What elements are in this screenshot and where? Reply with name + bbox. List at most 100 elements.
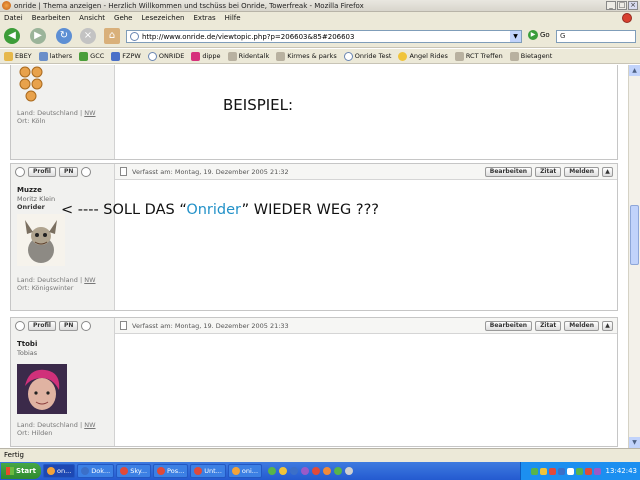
quicklaunch-icon[interactable] <box>290 467 299 475</box>
tray-icon[interactable] <box>593 467 601 475</box>
clock[interactable]: 13:42:43 <box>606 467 637 475</box>
online-status-icon <box>15 167 25 177</box>
bookmark-item[interactable]: lathers <box>38 51 72 61</box>
post-author-panel: Profil PN Muzze Moritz Klein Onrider Lan… <box>11 164 115 310</box>
post-username[interactable]: Muzze <box>17 186 42 194</box>
stop-button[interactable]: × <box>80 28 96 44</box>
avatar <box>17 364 67 414</box>
quicklaunch-icon[interactable] <box>312 467 321 475</box>
smiley-icon[interactable] <box>81 167 92 177</box>
firefox-icon <box>231 467 240 475</box>
post-icon <box>120 321 127 330</box>
bookmark-item[interactable]: Onride Test <box>343 51 391 61</box>
quicklaunch-icon[interactable] <box>334 467 343 475</box>
pm-button[interactable]: PN <box>58 167 79 177</box>
tray-icon[interactable] <box>575 467 583 475</box>
tray-icon[interactable] <box>530 467 538 475</box>
close-button[interactable]: × <box>628 1 638 10</box>
menu-bookmarks[interactable]: Lesezeichen <box>142 14 185 22</box>
report-button[interactable]: Melden <box>564 167 599 177</box>
minimize-button[interactable]: _ <box>606 1 616 10</box>
post-username[interactable]: Ttobi <box>17 340 37 348</box>
smiley-icon[interactable] <box>81 321 92 331</box>
forward-button[interactable]: ▶ <box>30 28 46 44</box>
reload-button[interactable]: ↻ <box>56 28 72 44</box>
bookmark-icon <box>509 51 519 61</box>
maximize-button[interactable]: □ <box>617 1 627 10</box>
post-actions: Bearbeiten Zitat Melden ▲ <box>484 321 613 331</box>
tray-icon[interactable] <box>548 467 556 475</box>
scroll-top-icon[interactable]: ▲ <box>602 167 613 177</box>
menu-view[interactable]: Ansicht <box>79 14 105 22</box>
window-controls: _ □ × <box>606 1 638 10</box>
quicklaunch-icon[interactable] <box>323 467 332 475</box>
bookmark-item[interactable]: dippe <box>191 51 221 61</box>
search-input[interactable]: G <box>556 30 636 43</box>
post-rank: Onrider <box>17 203 45 211</box>
taskbar-item[interactable]: Sky... <box>116 464 152 478</box>
quicklaunch-icon[interactable] <box>345 467 354 475</box>
menu-tools[interactable]: Extras <box>194 14 216 22</box>
bookmark-item[interactable]: Angel Rides <box>398 51 448 61</box>
profile-button[interactable]: Profil <box>28 167 56 177</box>
scroll-top-icon[interactable]: ▲ <box>602 321 613 331</box>
taskbar-item[interactable]: on... <box>43 464 76 478</box>
report-button[interactable]: Melden <box>564 321 599 331</box>
bookmark-item[interactable]: RCT Treffen <box>454 51 503 61</box>
url-text[interactable]: http://www.onride.de/viewtopic.php?p=206… <box>142 33 354 41</box>
url-bar[interactable]: http://www.onride.de/viewtopic.php?p=206… <box>126 30 522 43</box>
home-button[interactable]: ⌂ <box>104 28 120 44</box>
quote-button[interactable]: Zitat <box>535 321 562 331</box>
tray-icon[interactable] <box>539 467 547 475</box>
vertical-scrollbar[interactable]: ▲ ▼ <box>628 65 640 448</box>
scrollbar-thumb[interactable] <box>630 205 639 265</box>
bookmark-item[interactable]: ONRIDE <box>147 51 184 61</box>
go-button[interactable]: ▶ Go <box>528 30 550 40</box>
window-titlebar: onride | Thema anzeigen - Herzlich Willk… <box>0 0 640 12</box>
taskbar-item[interactable]: Dok... <box>77 464 115 478</box>
menu-go[interactable]: Gehe <box>114 14 132 22</box>
bookmark-item[interactable]: FZPW <box>111 51 141 61</box>
menu-file[interactable]: Datei <box>4 14 23 22</box>
author-location: Land: Deutschland | NW Ort: Königswinter <box>17 276 96 292</box>
bookmark-item[interactable]: Kirmes & parks <box>276 51 337 61</box>
profile-button[interactable]: Profil <box>28 321 56 331</box>
quicklaunch-icon[interactable] <box>268 467 277 475</box>
go-label: Go <box>540 31 550 39</box>
post-realname: Moritz Klein <box>17 195 56 203</box>
taskbar-item[interactable]: Pos... <box>153 464 189 478</box>
bookmark-item[interactable]: Ridentalk <box>227 51 269 61</box>
bookmark-icon <box>4 51 13 61</box>
forum-post: Profil PN Ttobi Tobias Land: Deutschland… <box>10 317 618 447</box>
menu-edit[interactable]: Bearbeiten <box>32 14 70 22</box>
bookmark-item[interactable]: EBEY <box>4 51 32 61</box>
author-buttons: Profil PN <box>15 167 92 177</box>
scroll-down-icon[interactable]: ▼ <box>629 437 640 448</box>
url-dropdown-icon[interactable]: ▼ <box>510 31 521 42</box>
bookmark-item[interactable]: GCC <box>79 51 104 61</box>
quicklaunch-icon[interactable] <box>279 467 288 475</box>
scroll-up-icon[interactable]: ▲ <box>629 65 640 76</box>
tray-icon[interactable] <box>566 467 574 475</box>
menu-help[interactable]: Hilfe <box>225 14 241 22</box>
forum-post: Land: Deutschland | NW Ort: Köln BEISPIE… <box>10 65 618 160</box>
menu-bar: Datei Bearbeiten Ansicht Gehe Lesezeiche… <box>0 12 640 24</box>
edit-button[interactable]: Bearbeiten <box>484 167 533 177</box>
bookmark-item[interactable]: Bietagent <box>509 51 552 61</box>
pm-button[interactable]: PN <box>58 321 79 331</box>
annotation-arrow: < ---- SOLL DAS “Onrider” WIEDER WEG ??? <box>61 202 379 218</box>
tray-icon[interactable] <box>584 467 592 475</box>
back-button[interactable]: ◀ <box>4 28 20 44</box>
author-location: Land: Deutschland | NW Ort: Köln <box>17 109 96 125</box>
taskbar-item[interactable]: oni... <box>227 464 263 478</box>
bookmark-icon <box>454 51 464 61</box>
edit-button[interactable]: Bearbeiten <box>484 321 533 331</box>
quicklaunch-icon[interactable] <box>301 467 310 475</box>
tray-icon[interactable] <box>557 467 565 475</box>
quote-button[interactable]: Zitat <box>535 167 562 177</box>
start-button[interactable]: Start <box>1 463 41 479</box>
online-status-icon <box>15 321 25 331</box>
status-bar: Fertig <box>0 448 640 462</box>
taskbar-item[interactable]: Unt... <box>190 464 226 478</box>
post-icon <box>120 167 127 176</box>
